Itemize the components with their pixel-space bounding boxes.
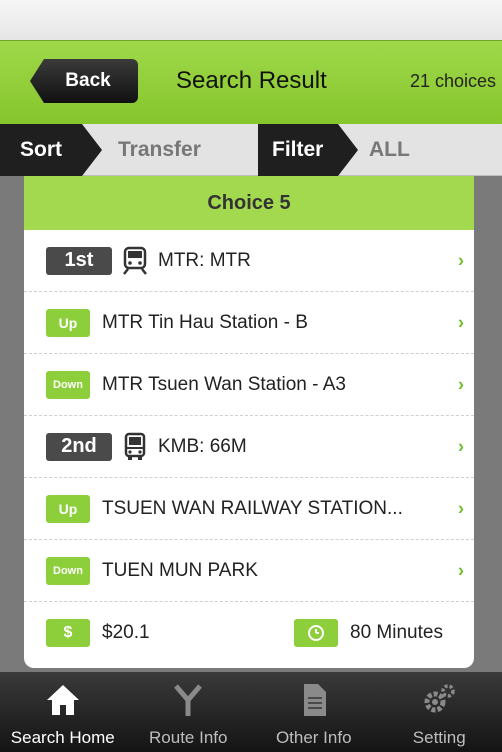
- chevron-right-icon: ›: [458, 436, 464, 456]
- tab-route-info[interactable]: Route Info: [126, 672, 252, 752]
- gear-icon: [419, 680, 459, 720]
- duration-value: 80 Minutes: [350, 622, 443, 643]
- sort-filter-bar: Sort Transfer Filter ALL: [0, 124, 502, 176]
- route-choice-card: Choice 5 1st MTR: MTR › Up MTR Tin Hau S…: [24, 176, 474, 668]
- document-icon: [294, 680, 334, 720]
- up-badge: Up: [46, 494, 90, 523]
- chevron-right-icon: ›: [458, 374, 464, 394]
- tab-label: Search Home: [10, 728, 115, 747]
- tab-setting[interactable]: Setting: [377, 672, 502, 752]
- route-step-row[interactable]: Up MTR Tin Hau Station - B ›: [24, 292, 474, 354]
- fare-value: $20.1: [102, 622, 150, 643]
- chevron-right-icon: ›: [458, 250, 464, 270]
- route-fork-icon: [168, 680, 208, 720]
- sort-option[interactable]: Transfer: [118, 138, 201, 162]
- back-button[interactable]: Back: [30, 59, 138, 103]
- page-title: Search Result: [176, 67, 327, 94]
- route-step-row[interactable]: Down MTR Tsuen Wan Station - A3 ›: [24, 354, 474, 416]
- tab-label: Other Info: [275, 728, 352, 747]
- down-badge: Down: [46, 556, 90, 585]
- tab-label: Setting: [412, 728, 466, 747]
- route-step-row[interactable]: Up TSUEN WAN RAILWAY STATION... ›: [24, 478, 474, 540]
- bus-icon: [120, 432, 150, 462]
- duration-group: 80 Minutes: [294, 619, 443, 647]
- header: Back Search Result 21 choices: [0, 40, 502, 124]
- bottom-tab-bar: Search Home Route Info Other Info Settin…: [0, 672, 502, 752]
- filter-option[interactable]: ALL: [369, 138, 410, 162]
- sort-label: Sort: [0, 124, 102, 176]
- route-step-text: MTR Tin Hau Station - B: [102, 311, 308, 333]
- step-badge: 1st: [46, 246, 112, 275]
- chevron-right-icon: ›: [458, 498, 464, 518]
- up-badge: Up: [46, 308, 90, 337]
- filter-label: Filter: [258, 124, 358, 176]
- chevron-right-icon: ›: [458, 560, 464, 580]
- tab-label: Route Info: [149, 728, 228, 747]
- route-step-text: TSUEN WAN RAILWAY STATION...: [102, 497, 403, 519]
- status-bar: [0, 0, 502, 40]
- fare-badge: $: [46, 619, 90, 647]
- route-step-text: MTR: MTR: [158, 249, 251, 271]
- home-icon: [43, 680, 83, 720]
- route-step-row[interactable]: 2nd KMB: 66M ›: [24, 416, 474, 478]
- tab-other-info[interactable]: Other Info: [251, 672, 377, 752]
- route-step-text: KMB: 66M: [158, 435, 247, 457]
- clock-icon: [294, 619, 338, 647]
- route-step-text: TUEN MUN PARK: [102, 559, 258, 581]
- choice-title: Choice 5: [24, 176, 474, 230]
- route-step-text: MTR Tsuen Wan Station - A3: [102, 373, 346, 395]
- route-step-row[interactable]: 1st MTR: MTR ›: [24, 230, 474, 292]
- chevron-right-icon: ›: [458, 312, 464, 332]
- tab-search-home[interactable]: Search Home: [0, 672, 126, 752]
- route-step-row[interactable]: Down TUEN MUN PARK ›: [24, 540, 474, 602]
- down-badge: Down: [46, 370, 90, 399]
- choices-count: 21 choices: [409, 71, 496, 91]
- step-badge: 2nd: [46, 432, 112, 461]
- train-icon: [120, 246, 150, 276]
- summary-row: $ $20.1 80 Minutes: [24, 602, 474, 664]
